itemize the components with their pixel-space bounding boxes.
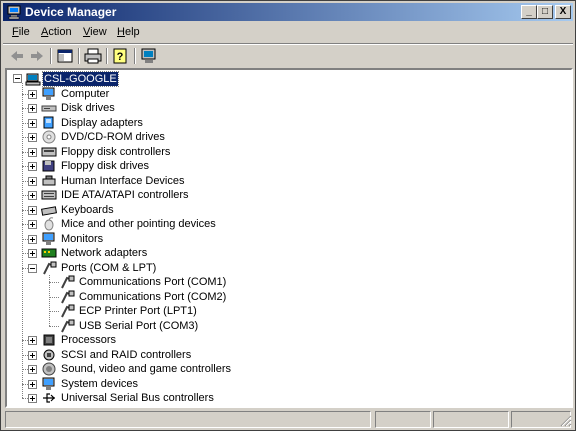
menu-view[interactable]: View — [83, 26, 107, 38]
menu-bar: File Action View Help — [3, 23, 573, 43]
expand-toggle[interactable] — [28, 89, 37, 99]
maximize-button[interactable]: □ — [537, 5, 553, 19]
tree-device-label: USB Serial Port (COM3) — [79, 319, 199, 332]
expand-toggle[interactable] — [28, 162, 37, 171]
forward-arrow-icon[interactable] — [27, 47, 47, 65]
tree-category-label: Computer — [61, 87, 110, 100]
usb-icon — [43, 393, 55, 403]
expand-toggle[interactable] — [28, 104, 37, 113]
tree-root-label: CSL-GOOGLE — [42, 71, 119, 87]
expand-toggle[interactable] — [28, 176, 37, 186]
toolbar: ? — [3, 45, 573, 67]
expand-toggle[interactable] — [28, 191, 37, 200]
toolbar-separator — [78, 48, 80, 64]
tree-category-label: Display adapters — [61, 116, 143, 129]
svg-text:?: ? — [117, 51, 124, 63]
tree-category-label: Sound, video and game controllers — [61, 363, 231, 375]
show-hide-console-tree-icon[interactable] — [55, 47, 75, 65]
toolbar-separator — [134, 48, 136, 64]
menu-file[interactable]: File — [12, 26, 30, 38]
window-title: Device Manager — [25, 5, 117, 19]
tree-connector — [22, 83, 24, 398]
tree-connector — [49, 325, 59, 328]
toolbar-separator — [106, 48, 108, 64]
close-button[interactable]: X — [555, 5, 571, 19]
back-arrow-icon[interactable] — [7, 47, 27, 65]
expand-toggle[interactable] — [28, 365, 37, 374]
tree-device-label: Communications Port (COM2) — [79, 290, 227, 303]
expand-toggle[interactable] — [28, 205, 37, 215]
tree-category-label: Universal Serial Bus controllers — [61, 392, 214, 404]
expand-toggle[interactable] — [28, 350, 37, 360]
expand-toggle[interactable] — [28, 234, 37, 244]
expand-toggle[interactable] — [28, 118, 37, 128]
tree-category-label: Floppy disk drives — [61, 160, 150, 172]
computer-root-icon — [25, 73, 41, 86]
expand-toggle[interactable] — [28, 336, 37, 345]
expand-toggle[interactable] — [28, 379, 37, 389]
expand-toggle[interactable] — [28, 147, 37, 157]
tree-device-label: Communications Port (COM1) — [79, 276, 227, 288]
print-icon[interactable] — [83, 47, 103, 65]
menu-action[interactable]: Action — [41, 26, 72, 38]
status-bar — [3, 411, 573, 428]
tree-category-label: Processors — [61, 334, 117, 346]
tree-category-label: Mice and other pointing devices — [61, 218, 216, 230]
toolbar-separator — [50, 48, 52, 64]
tree-category-label: System devices — [61, 377, 139, 390]
device-manager-window: Device Manager _ □ X File Action View He… — [0, 0, 576, 431]
expand-toggle[interactable] — [28, 394, 37, 403]
menu-help[interactable]: Help — [117, 26, 140, 38]
tree-category-label: Monitors — [61, 232, 104, 245]
properties-help-icon[interactable]: ? — [111, 47, 131, 65]
tree-category-label: Network adapters — [61, 247, 148, 259]
expand-toggle[interactable] — [28, 249, 37, 258]
port-icon — [43, 261, 57, 274]
status-cell-2 — [375, 411, 431, 428]
tree-category-label: Floppy disk controllers — [61, 145, 171, 158]
tree-category-label: Disk drives — [61, 102, 115, 114]
tree-category-label: DVD/CD-ROM drives — [61, 131, 165, 143]
device-manager-icon — [7, 5, 21, 20]
monitor-scan-icon[interactable] — [139, 47, 159, 65]
status-cell-main — [5, 411, 371, 428]
collapse-toggle[interactable] — [13, 74, 22, 83]
status-cell-3 — [433, 411, 509, 428]
expand-toggle[interactable] — [28, 220, 37, 229]
title-bar[interactable]: Device Manager _ □ X — [3, 3, 573, 21]
tree-connector — [49, 274, 51, 326]
collapse-toggle[interactable] — [28, 263, 37, 273]
device-tree[interactable]: CSL-GOOGLE Computer Disk drives Display ada… — [5, 68, 573, 408]
port-icon — [61, 319, 75, 332]
expand-toggle[interactable] — [28, 133, 37, 142]
resize-grip-icon[interactable] — [560, 415, 572, 427]
tree-category-label: Ports (COM & LPT) — [61, 261, 157, 274]
minimize-button[interactable]: _ — [521, 5, 537, 19]
tree-category-label: SCSI and RAID controllers — [61, 348, 192, 361]
tree-category-label: IDE ATA/ATAPI controllers — [61, 189, 189, 201]
tree-category-label: Human Interface Devices — [61, 174, 185, 187]
tree-device-label: ECP Printer Port (LPT1) — [79, 305, 197, 317]
tree-category-label: Keyboards — [61, 203, 114, 216]
